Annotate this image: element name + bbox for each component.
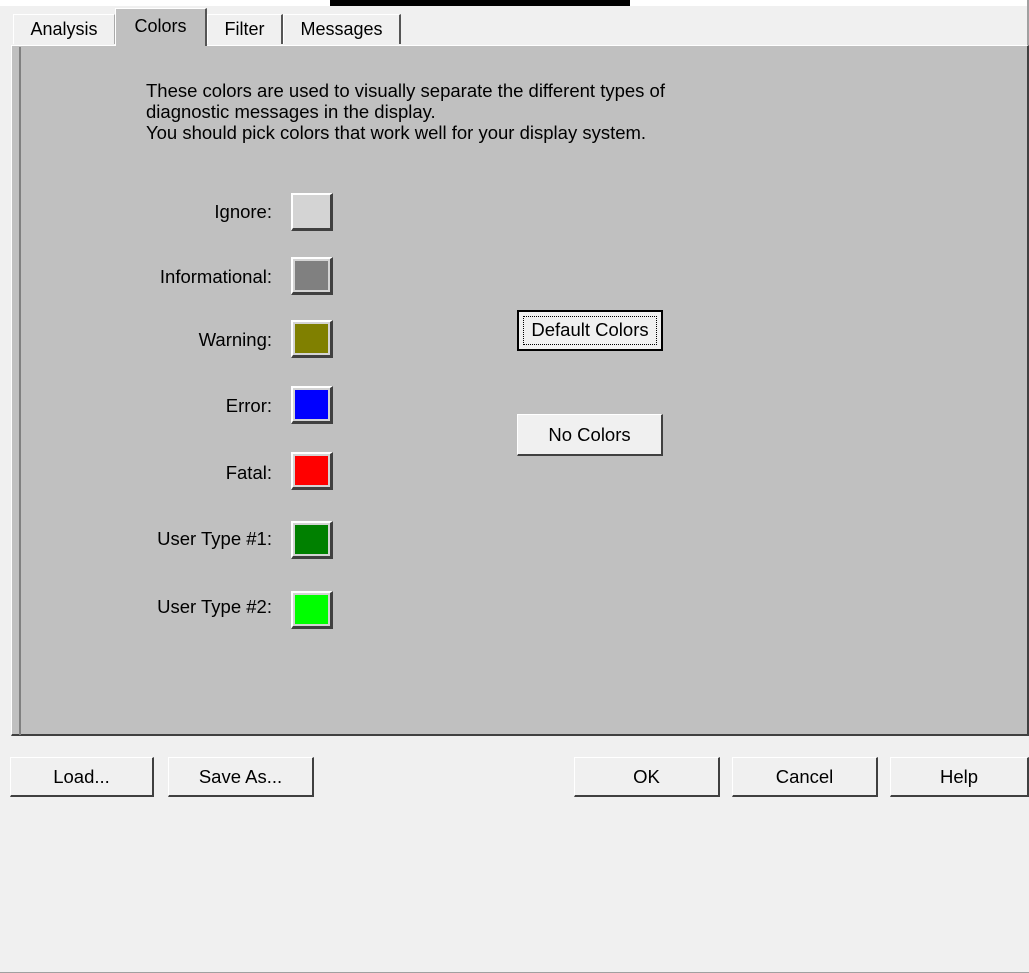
tab-filter[interactable]: Filter (207, 14, 283, 44)
tab-messages[interactable]: Messages (283, 14, 401, 44)
user-type-2-color-swatch[interactable] (291, 591, 333, 629)
user-type-1-color-swatch[interactable] (291, 521, 333, 559)
save-as-button[interactable]: Save As... (168, 757, 314, 797)
focus-ring (523, 316, 657, 345)
description-line-1: These colors are used to visually separa… (146, 80, 665, 101)
colors-description: These colors are used to visually separa… (146, 80, 665, 143)
dialog-button-bar: Load... Save As... OK Cancel Help (10, 736, 1029, 973)
title-bar-fragment (0, 0, 1029, 6)
warning-color-swatch[interactable] (291, 320, 333, 358)
ok-button[interactable]: OK (574, 757, 720, 797)
warning-color-fill (295, 324, 328, 353)
ignore-color-swatch[interactable] (291, 193, 333, 231)
user-type-1-label: User Type #1: (157, 528, 272, 549)
default-colors-button[interactable]: Default Colors (517, 310, 663, 351)
ignore-color-fill (295, 197, 328, 226)
cancel-button[interactable]: Cancel (732, 757, 878, 797)
no-colors-label: No Colors (548, 424, 631, 445)
fatal-color-fill (295, 456, 328, 485)
user-type-2-label: User Type #2: (157, 596, 272, 617)
description-line-2: diagnostic messages in the display. (146, 101, 436, 122)
error-color-fill (295, 390, 328, 419)
fatal-label: Fatal: (225, 462, 272, 483)
warning-label: Warning: (198, 329, 272, 350)
error-color-swatch[interactable] (291, 386, 333, 424)
user-type-2-color-fill (295, 595, 328, 624)
informational-color-swatch[interactable] (291, 257, 333, 295)
panel-inner-shadow (19, 47, 21, 735)
informational-color-fill (295, 261, 328, 290)
ignore-label: Ignore: (214, 201, 272, 222)
title-bar-text-fragment (330, 0, 630, 6)
tab-analysis[interactable]: Analysis (13, 14, 115, 44)
no-colors-button[interactable]: No Colors (517, 414, 663, 456)
informational-label: Informational: (159, 266, 272, 287)
error-label: Error: (225, 395, 272, 416)
help-button[interactable]: Help (890, 757, 1029, 797)
description-line-3: You should pick colors that work well fo… (146, 122, 647, 143)
user-type-1-color-fill (295, 525, 328, 554)
colors-tab-panel: These colors are used to visually separa… (11, 45, 1029, 736)
fatal-color-swatch[interactable] (291, 452, 333, 490)
load-button[interactable]: Load... (10, 757, 154, 797)
tab-colors[interactable]: Colors (115, 8, 207, 46)
